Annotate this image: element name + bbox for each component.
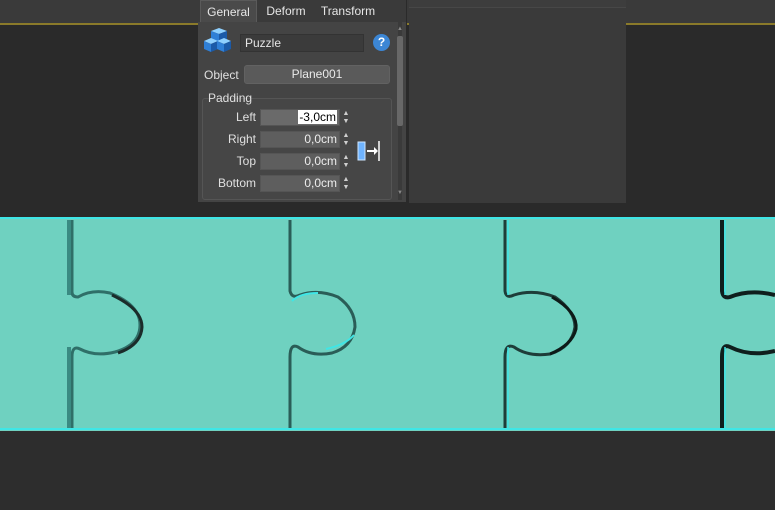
spinner-up-icon[interactable]: ▲ <box>342 110 350 117</box>
padding-right-spinner[interactable]: ▲ ▼ <box>340 131 352 148</box>
spinner-up-icon[interactable]: ▲ <box>342 176 350 183</box>
padding-left-value: -3,0cm <box>298 110 337 124</box>
help-icon[interactable]: ? <box>373 34 390 51</box>
tab-deform[interactable]: Deform <box>260 0 312 22</box>
puzzle-surface <box>0 217 775 431</box>
padding-group-label: Padding <box>208 91 253 105</box>
padding-top-spinner[interactable]: ▲ ▼ <box>340 153 352 170</box>
pad-right-align-icon[interactable] <box>357 140 381 162</box>
side-panel <box>409 0 626 203</box>
tab-transform[interactable]: Transform <box>314 0 382 22</box>
object-label: Object <box>204 68 239 82</box>
spinner-down-icon[interactable]: ▼ <box>342 140 350 147</box>
padding-bottom-field[interactable]: 0,0cm <box>260 175 340 192</box>
padding-top-label: Top <box>236 154 256 168</box>
spinner-down-icon[interactable]: ▼ <box>342 162 350 169</box>
object-pick-button[interactable]: Plane001 <box>244 65 390 84</box>
modifier-name-field[interactable]: Puzzle <box>240 34 364 52</box>
padding-right-field[interactable]: 0,0cm <box>260 131 340 148</box>
scrollbar-thumb[interactable] <box>397 36 403 126</box>
scroll-down-icon[interactable]: ▼ <box>397 190 403 196</box>
padding-bottom-label: Bottom <box>217 176 256 190</box>
padding-left-field[interactable]: -3,0cm <box>260 109 340 126</box>
padding-top-field[interactable]: 0,0cm <box>260 153 340 170</box>
puzzle-mesh[interactable] <box>0 217 775 431</box>
spinner-up-icon[interactable]: ▲ <box>342 154 350 161</box>
spinner-down-icon[interactable]: ▼ <box>342 118 350 125</box>
padding-bottom-spinner[interactable]: ▲ ▼ <box>340 175 352 192</box>
side-panel-body <box>409 7 626 203</box>
modifier-panel: General Deform Transform Puzzle ? Object… <box>198 0 407 202</box>
spinner-up-icon[interactable]: ▲ <box>342 132 350 139</box>
padding-left-spinner[interactable]: ▲ ▼ <box>340 109 352 126</box>
tab-general[interactable]: General <box>200 0 257 22</box>
scroll-up-icon[interactable]: ▲ <box>397 26 403 32</box>
padding-left-label: Left <box>235 110 256 124</box>
blue-cubes-icon <box>204 28 231 52</box>
viewport-background-lower <box>0 430 775 510</box>
padding-right-label: Right <box>227 132 256 146</box>
spinner-down-icon[interactable]: ▼ <box>342 184 350 191</box>
panel-scrollbar[interactable]: ▲ ▼ <box>397 22 403 200</box>
tab-bar: General Deform Transform <box>198 0 406 22</box>
